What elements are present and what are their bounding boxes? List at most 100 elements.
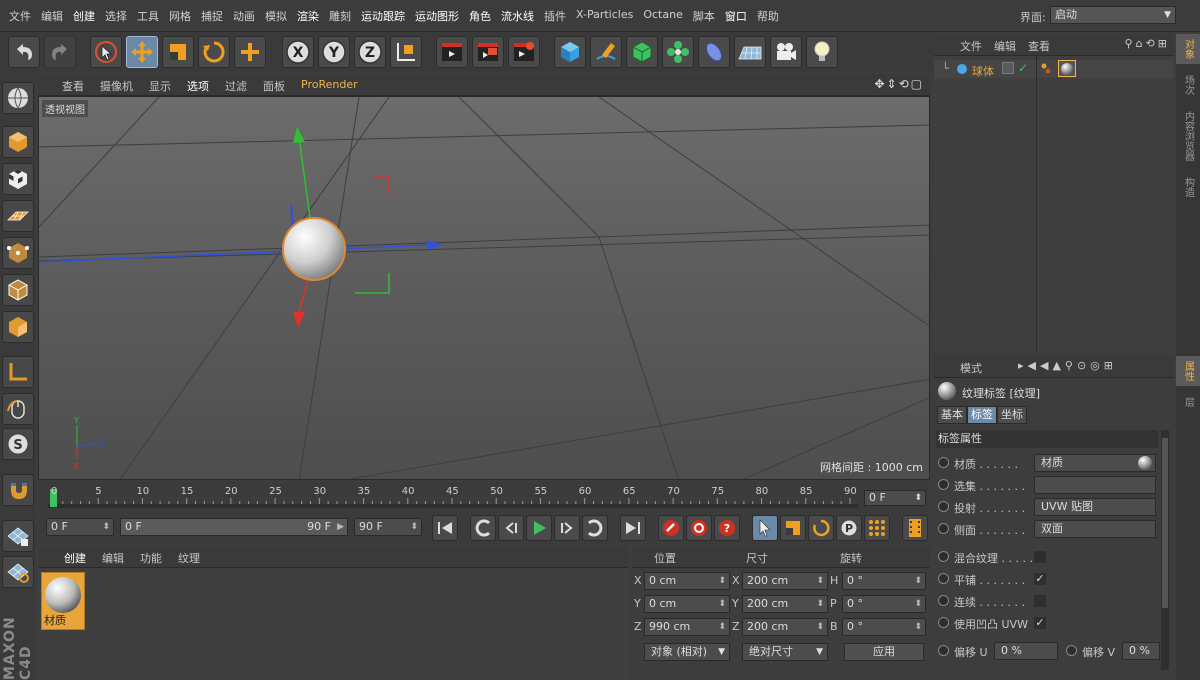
live-selection-button[interactable] [90, 36, 122, 68]
tile-checkbox[interactable]: ✓ [1034, 573, 1046, 585]
object-manager-tool-icons[interactable]: ⚲⌂⟲⊞ [1125, 37, 1170, 50]
record-parameter-button[interactable]: P [836, 515, 862, 541]
seamless-checkbox[interactable] [1034, 595, 1046, 607]
cube-primitive-button[interactable] [554, 36, 586, 68]
viewport-menu-panel[interactable]: 面板 [263, 78, 285, 94]
y-axis-lock-button[interactable]: Y [318, 36, 350, 68]
snap-button[interactable]: S [2, 428, 34, 460]
position-z-field[interactable]: 990 cm ⬍ [644, 618, 730, 636]
attributes-scrollbar[interactable] [1161, 430, 1169, 670]
polygon-mode-button[interactable] [2, 311, 34, 343]
attributes-nav-icons[interactable]: ▸◀◀▲⚲⊙◎⊞ [1018, 359, 1117, 372]
model-mode-button[interactable] [2, 126, 34, 158]
material-menu-texture[interactable]: 纹理 [178, 550, 200, 566]
side-select[interactable]: 双面 [1034, 520, 1156, 538]
tab-structure[interactable]: 构造 [1176, 172, 1200, 202]
undo-button[interactable] [8, 36, 40, 68]
object-row-sphere[interactable]: └ 球体 ✓ [934, 60, 1174, 78]
animate-radio[interactable] [938, 457, 949, 468]
menu-animate[interactable]: 动画 [228, 8, 260, 24]
attributes-mode-menu[interactable]: 模式 [960, 360, 982, 376]
animate-radio[interactable] [1066, 645, 1077, 656]
menu-pipeline[interactable]: 流水线 [496, 8, 539, 24]
layout-select[interactable]: 启动 ▼ [1050, 6, 1176, 24]
keyframe-selection-button[interactable]: ? [714, 515, 740, 541]
recent-tool-button[interactable] [234, 36, 266, 68]
record-active-objects-button[interactable] [658, 515, 684, 541]
tweak-mode-button[interactable] [2, 393, 34, 425]
menu-motion-tracking[interactable]: 运动跟踪 [356, 8, 410, 24]
array-generator-button[interactable] [662, 36, 694, 68]
projection-select[interactable]: UVW 贴图 [1034, 498, 1156, 516]
animate-radio[interactable] [938, 479, 949, 490]
next-frame-button[interactable] [554, 515, 580, 541]
rotate-tool-button[interactable] [198, 36, 230, 68]
previous-keyframe-button[interactable] [470, 515, 496, 541]
material-swatch[interactable]: 材质 [41, 572, 85, 630]
position-y-field[interactable]: 0 cm ⬍ [644, 595, 730, 613]
size-x-field[interactable]: 200 cm ⬍ [742, 572, 828, 590]
menu-edit[interactable]: 编辑 [36, 8, 68, 24]
animate-radio[interactable] [938, 617, 949, 628]
tab-content-browser[interactable]: 内容浏览器 [1176, 106, 1200, 166]
animate-radio[interactable] [938, 645, 949, 656]
record-rotation-button[interactable] [808, 515, 834, 541]
deformer-button[interactable] [698, 36, 730, 68]
material-menu-function[interactable]: 功能 [140, 550, 162, 566]
menu-tools[interactable]: 工具 [132, 8, 164, 24]
tab-takes[interactable]: 场次 [1176, 70, 1200, 100]
menu-script[interactable]: 脚本 [688, 8, 720, 24]
go-to-end-button[interactable] [620, 515, 646, 541]
current-frame-field[interactable]: 0 F ⬍ [864, 490, 926, 506]
move-tool-button[interactable] [126, 36, 158, 68]
material-menu-create[interactable]: 创建 [64, 550, 86, 566]
animate-radio[interactable] [938, 595, 949, 606]
tab-layers[interactable]: 层 [1176, 390, 1200, 414]
viewport-menu-display[interactable]: 显示 [149, 78, 171, 94]
workplane-mode-button[interactable] [2, 200, 34, 232]
go-to-start-button[interactable] [432, 515, 458, 541]
record-scale-button[interactable] [780, 515, 806, 541]
object-menu-file[interactable]: 文件 [960, 38, 982, 54]
menu-character[interactable]: 角色 [464, 8, 496, 24]
menu-mesh[interactable]: 网格 [164, 8, 196, 24]
tab-coordinates[interactable]: 坐标 [997, 406, 1027, 424]
viewport-menu-view[interactable]: 查看 [62, 78, 84, 94]
editor-visibility-icon[interactable] [1002, 62, 1014, 74]
rotation-b-field[interactable]: 0 ° ⬍ [842, 618, 926, 636]
apply-button[interactable]: 应用 [844, 643, 924, 661]
viewport-menu-filter[interactable]: 过滤 [225, 78, 247, 94]
render-to-picture-viewer-button[interactable] [472, 36, 504, 68]
autokeying-button[interactable] [686, 515, 712, 541]
make-editable-button[interactable] [2, 82, 34, 114]
previous-frame-button[interactable] [498, 515, 524, 541]
viewport-menu-prorender[interactable]: ProRender [301, 78, 358, 94]
redo-button[interactable] [44, 36, 76, 68]
coordinate-system-button[interactable] [390, 36, 422, 68]
animate-radio[interactable] [938, 573, 949, 584]
record-point-level-button[interactable] [864, 515, 890, 541]
scale-tool-button[interactable] [162, 36, 194, 68]
tab-objects[interactable]: 对象 [1176, 34, 1200, 64]
selection-field[interactable] [1034, 476, 1156, 494]
timeline-window-button[interactable] [902, 515, 928, 541]
camera-object-button[interactable] [770, 36, 802, 68]
spline-pen-button[interactable] [590, 36, 622, 68]
render-view-button[interactable] [436, 36, 468, 68]
offset-v-field[interactable]: 0 % [1122, 642, 1160, 660]
material-link-field[interactable]: 材质 [1034, 454, 1156, 472]
next-keyframe-button[interactable] [582, 515, 608, 541]
menu-snap[interactable]: 捕捉 [196, 8, 228, 24]
offset-u-field[interactable]: 0 % [994, 642, 1058, 660]
z-axis-lock-button[interactable]: Z [354, 36, 386, 68]
object-menu-view[interactable]: 查看 [1028, 38, 1050, 54]
menu-render[interactable]: 渲染 [292, 8, 324, 24]
magnet-snap-button[interactable] [2, 474, 34, 506]
workplane-axis-button[interactable] [2, 556, 34, 588]
subdivision-surface-button[interactable] [626, 36, 658, 68]
render-settings-button[interactable] [508, 36, 540, 68]
menu-simulate[interactable]: 模拟 [260, 8, 292, 24]
timeline-ruler[interactable]: 0 5 10 15 20 25 30 35 40 45 50 55 60 65 70 75 80 85 90 [48, 486, 858, 508]
rotation-p-field[interactable]: 0 ° ⬍ [842, 595, 926, 613]
x-axis-lock-button[interactable]: X [282, 36, 314, 68]
